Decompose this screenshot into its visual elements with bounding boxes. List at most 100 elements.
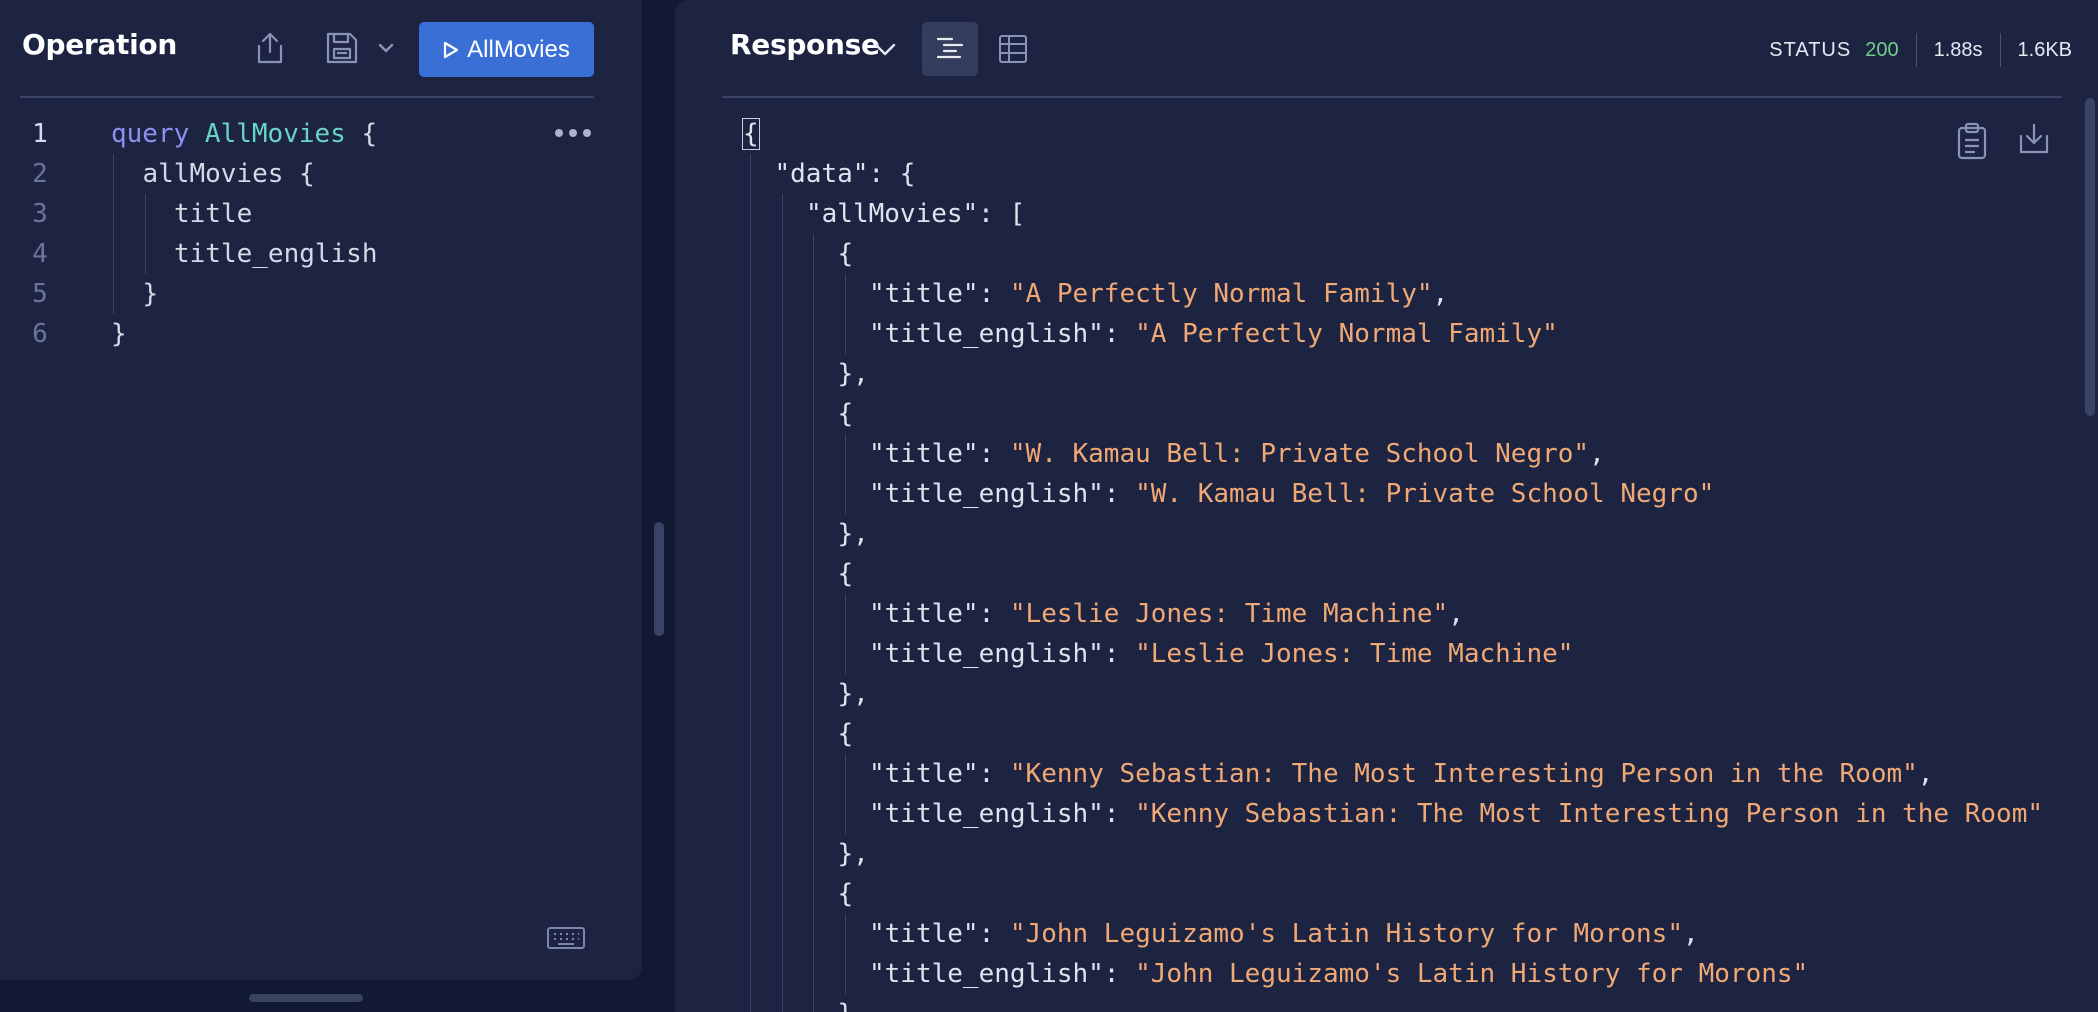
code-token: } — [111, 319, 127, 349]
indent-guide — [750, 394, 751, 434]
header-divider — [722, 96, 2062, 98]
indent-guide — [844, 594, 846, 634]
response-size: 1.6KB — [2017, 38, 2072, 61]
meta-separator — [1915, 33, 1917, 67]
table-view-button[interactable] — [985, 22, 1041, 76]
json-text: "title_english": "A Perfectly Normal Fam… — [869, 319, 1558, 349]
json-token: "title": — [869, 279, 1010, 309]
indent-guide — [113, 274, 114, 314]
save-button[interactable] — [320, 26, 364, 70]
indent-guide — [813, 874, 814, 914]
code-text: } — [143, 279, 159, 309]
line-number: 2 — [32, 159, 48, 189]
json-line: }, — [675, 354, 2055, 394]
json-view-button[interactable] — [922, 22, 978, 76]
json-token: { — [837, 399, 854, 429]
keyboard-icon[interactable] — [546, 924, 586, 952]
share-button[interactable] — [250, 26, 290, 70]
indent-guide — [813, 554, 814, 594]
indent-guide — [750, 994, 751, 1012]
indent-guide — [144, 194, 146, 234]
download-icon[interactable] — [2017, 122, 2051, 156]
line-number: 1 — [32, 119, 48, 149]
json-token: }, — [837, 839, 869, 869]
json-text: "title": "W. Kamau Bell: Private School … — [869, 439, 1605, 469]
json-token: "title_english": — [869, 959, 1136, 989]
json-text: }, — [838, 679, 869, 709]
code-line[interactable]: 1 query AllMovies { — [0, 114, 642, 154]
code-token: query — [111, 119, 205, 149]
json-text: { — [838, 399, 854, 429]
meta-separator — [1999, 33, 2001, 67]
json-text: "title": "John Leguizamo's Latin History… — [869, 919, 1699, 949]
code-line[interactable]: 2 allMovies { — [0, 154, 642, 194]
code-line[interactable]: 5} — [0, 274, 642, 314]
editor-more-button[interactable] — [552, 118, 594, 148]
json-line: "title": "Leslie Jones: Time Machine", — [675, 594, 2055, 634]
response-body[interactable]: { "data": { "allMovies": [ { "title": "A Per… — [675, 114, 2055, 1012]
indent-guide — [813, 834, 814, 874]
json-line: "title": "John Leguizamo's Latin History… — [675, 914, 2055, 954]
indent-guide — [844, 954, 846, 994]
chevron-down-icon — [378, 43, 394, 53]
json-text: "title": "Leslie Jones: Time Machine", — [869, 599, 1464, 629]
code-token: } — [142, 279, 159, 309]
code-token: title — [174, 199, 253, 229]
clipboard-icon[interactable] — [1955, 122, 1989, 160]
json-token: }, — [838, 999, 869, 1012]
json-line: "title": "A Perfectly Normal Family", — [675, 274, 2055, 314]
code-line[interactable]: 6} — [0, 314, 642, 354]
response-panel: Response STATUS 200 1.88s 1.6KB { "data":… — [675, 0, 2098, 1012]
json-text: "data": { — [775, 159, 916, 189]
indent-guide — [813, 714, 814, 754]
json-token: { — [837, 719, 854, 749]
response-dropdown[interactable] — [868, 32, 902, 66]
response-header: Response STATUS 200 1.88s 1.6KB — [675, 0, 2098, 98]
operation-editor[interactable]: 1 query AllMovies {2 allMovies {3 title 4 tit… — [0, 114, 642, 354]
json-line: "title_english": "Kenny Sebastian: The M… — [675, 794, 2055, 834]
json-string: "Leslie Jones: Time Machine" — [1135, 639, 1574, 669]
indent-guide — [781, 634, 783, 674]
indent-guide — [750, 514, 751, 554]
json-line: "allMovies": [ — [675, 194, 2055, 234]
response-scrollbar[interactable] — [2085, 98, 2095, 416]
indent-guide — [813, 274, 814, 314]
indent-guide — [813, 754, 814, 794]
json-token: }, — [837, 359, 869, 389]
indent-guide — [781, 914, 783, 954]
indent-guide — [781, 394, 783, 434]
json-text: "title_english": "John Leguizamo's Latin… — [869, 959, 1808, 989]
operation-header: Operation AllMovies — [0, 0, 642, 98]
indent-guide — [844, 474, 846, 514]
json-line: { — [675, 554, 2055, 594]
json-text: }, — [838, 519, 869, 549]
json-text: "title": "A Perfectly Normal Family", — [869, 279, 1448, 309]
json-token: "title": — [869, 599, 1010, 629]
indent-guide — [750, 434, 751, 474]
json-line: { — [675, 874, 2055, 914]
code-line[interactable]: 3 title — [0, 194, 642, 234]
indent-guide — [113, 154, 114, 194]
bottom-drag-handle[interactable] — [249, 994, 363, 1002]
run-operation-button[interactable]: AllMovies — [419, 22, 594, 77]
indent-guide — [813, 234, 814, 274]
line-number: 5 — [32, 279, 48, 309]
json-text: "title_english": "Leslie Jones: Time Mac… — [869, 639, 1573, 669]
panel-resize-handle[interactable] — [654, 522, 664, 636]
save-options-dropdown[interactable] — [372, 34, 400, 62]
json-token: , — [1432, 279, 1449, 309]
json-line: "title_english": "John Leguizamo's Latin… — [675, 954, 2055, 994]
json-line: { — [675, 714, 2055, 754]
indent-guide — [781, 754, 783, 794]
indent-guide — [813, 954, 814, 994]
json-token: "data": { — [774, 159, 916, 189]
indent-guide — [781, 674, 783, 714]
json-token: "title_english": — [869, 639, 1136, 669]
code-text: title — [174, 199, 252, 229]
json-string: "Leslie Jones: Time Machine" — [1009, 599, 1449, 629]
json-token: }, — [837, 519, 869, 549]
indent-guide — [113, 194, 114, 234]
json-token: { — [837, 559, 854, 589]
code-line[interactable]: 4 title_english — [0, 234, 642, 274]
response-time: 1.88s — [1933, 38, 1983, 61]
